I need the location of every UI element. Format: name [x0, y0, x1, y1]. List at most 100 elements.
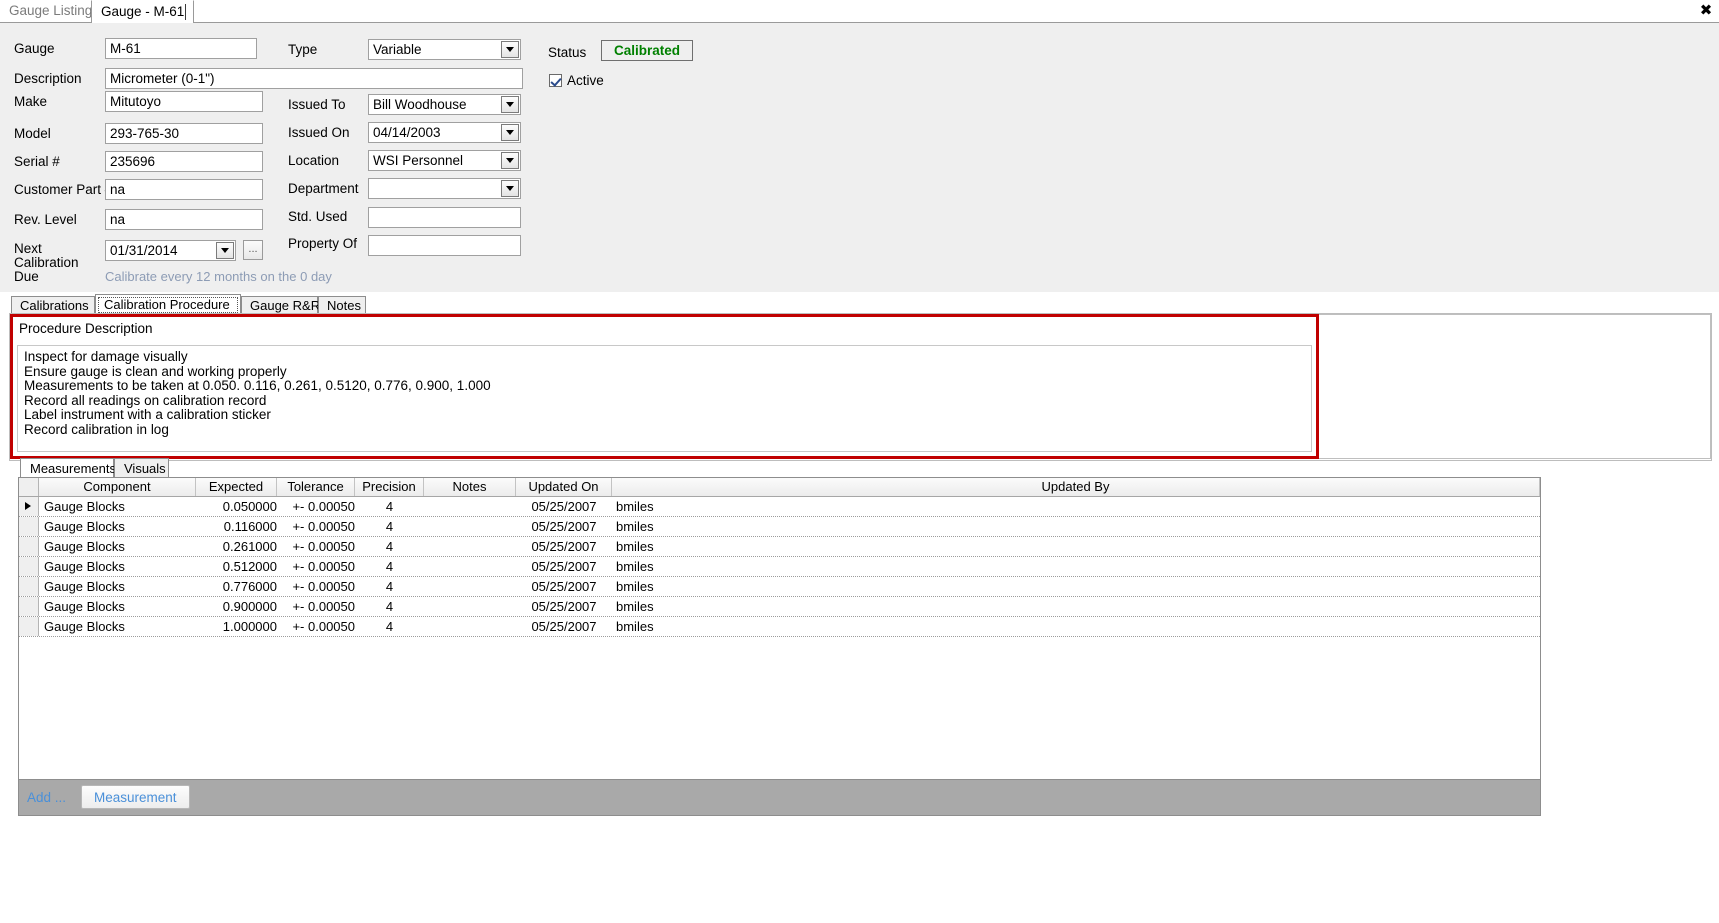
table-cell-expected[interactable]: 1.000000	[196, 617, 277, 636]
table-row[interactable]: Gauge Blocks 0.900000 +- 0.00050 4 05/25/200…	[19, 597, 1540, 617]
row-selector[interactable]	[19, 597, 39, 616]
model-input[interactable]	[105, 123, 263, 144]
type-combo[interactable]: Variable	[368, 39, 521, 60]
customer-part-input[interactable]	[105, 179, 263, 200]
table-cell-expected[interactable]: 0.261000	[196, 537, 277, 556]
location-combo[interactable]: WSI Personnel	[368, 150, 521, 171]
column-header-updated-on[interactable]: Updated On	[516, 478, 612, 496]
table-row[interactable]: Gauge Blocks 0.261000 +- 0.00050 4 05/25/200…	[19, 537, 1540, 557]
table-row[interactable]: Gauge Blocks 1.000000 +- 0.00050 4 05/25/200…	[19, 617, 1540, 637]
table-cell-updated-on[interactable]: 05/25/2007	[516, 577, 612, 596]
chevron-down-icon[interactable]	[501, 41, 519, 58]
table-cell-updated-on[interactable]: 05/25/2007	[516, 557, 612, 576]
rev-level-input[interactable]	[105, 209, 263, 230]
add-label[interactable]: Add ...	[27, 790, 66, 805]
table-cell-expected[interactable]: 0.050000	[196, 497, 277, 516]
tab-calibration-procedure[interactable]: Calibration Procedure	[95, 294, 241, 315]
table-cell-updated-by[interactable]: bmiles	[616, 617, 816, 636]
table-cell-component[interactable]: Gauge Blocks	[44, 517, 194, 536]
table-cell-tolerance[interactable]: +- 0.00050	[281, 517, 355, 536]
table-row[interactable]: Gauge Blocks 0.116000 +- 0.00050 4 05/25/200…	[19, 517, 1540, 537]
row-selector[interactable]	[19, 617, 39, 636]
document-tab-gauge-listing[interactable]: Gauge Listing	[0, 0, 101, 23]
close-icon[interactable]: ✖	[1698, 2, 1714, 18]
gauge-input[interactable]	[105, 38, 257, 59]
tab-measurements[interactable]: Measurements	[20, 458, 116, 479]
table-cell-component[interactable]: Gauge Blocks	[44, 557, 194, 576]
table-cell-component[interactable]: Gauge Blocks	[44, 497, 194, 516]
table-cell-updated-by[interactable]: bmiles	[616, 557, 816, 576]
chevron-down-icon[interactable]	[216, 242, 234, 259]
table-cell-expected[interactable]: 0.512000	[196, 557, 277, 576]
column-header-notes[interactable]: Notes	[424, 478, 516, 496]
table-cell-precision[interactable]: 4	[355, 557, 424, 576]
table-row[interactable]: Gauge Blocks 0.050000 +- 0.00050 4 05/25/200…	[19, 497, 1540, 517]
row-selector[interactable]	[19, 497, 39, 516]
table-cell-notes[interactable]	[424, 577, 516, 596]
tab-notes[interactable]: Notes	[318, 296, 366, 315]
table-cell-updated-by[interactable]: bmiles	[616, 577, 816, 596]
table-row[interactable]: Gauge Blocks 0.512000 +- 0.00050 4 05/25/200…	[19, 557, 1540, 577]
column-header-component[interactable]: Component	[39, 478, 196, 496]
table-cell-expected[interactable]: 0.776000	[196, 577, 277, 596]
table-cell-expected[interactable]: 0.116000	[196, 517, 277, 536]
table-cell-notes[interactable]	[424, 497, 516, 516]
chevron-down-icon[interactable]	[501, 124, 519, 141]
chevron-down-icon[interactable]	[501, 152, 519, 169]
table-cell-precision[interactable]: 4	[355, 497, 424, 516]
column-header-tolerance[interactable]: Tolerance	[277, 478, 355, 496]
chevron-down-icon[interactable]	[501, 180, 519, 197]
table-cell-updated-on[interactable]: 05/25/2007	[516, 597, 612, 616]
table-cell-updated-by[interactable]: bmiles	[616, 597, 816, 616]
issued-on-combo[interactable]: 04/14/2003	[368, 122, 521, 143]
table-cell-updated-by[interactable]: bmiles	[616, 517, 816, 536]
document-tab-gauge-m61[interactable]: Gauge - M-61	[91, 0, 195, 23]
table-cell-notes[interactable]	[424, 537, 516, 556]
table-cell-component[interactable]: Gauge Blocks	[44, 617, 194, 636]
column-header-precision[interactable]: Precision	[355, 478, 424, 496]
serial-number-input[interactable]	[105, 151, 263, 172]
add-measurement-button[interactable]: Measurement	[81, 785, 190, 809]
table-cell-updated-on[interactable]: 05/25/2007	[516, 497, 612, 516]
table-cell-precision[interactable]: 4	[355, 517, 424, 536]
table-cell-notes[interactable]	[424, 617, 516, 636]
department-combo[interactable]	[368, 178, 521, 199]
table-cell-tolerance[interactable]: +- 0.00050	[281, 577, 355, 596]
column-header-expected[interactable]: Expected	[196, 478, 277, 496]
table-cell-precision[interactable]: 4	[355, 577, 424, 596]
table-cell-updated-on[interactable]: 05/25/2007	[516, 517, 612, 536]
table-cell-precision[interactable]: 4	[355, 597, 424, 616]
description-input[interactable]	[105, 68, 523, 89]
tab-visuals[interactable]: Visuals	[114, 458, 169, 478]
table-cell-notes[interactable]	[424, 557, 516, 576]
std-used-input[interactable]	[368, 207, 521, 228]
procedure-description-textarea[interactable]: Inspect for damage visually Ensure gauge…	[17, 345, 1312, 452]
table-cell-updated-on[interactable]: 05/25/2007	[516, 537, 612, 556]
tab-calibrations[interactable]: Calibrations	[11, 296, 95, 315]
chevron-down-icon[interactable]	[501, 96, 519, 113]
table-cell-updated-by[interactable]: bmiles	[616, 497, 816, 516]
table-cell-updated-on[interactable]: 05/25/2007	[516, 617, 612, 636]
table-row[interactable]: Gauge Blocks 0.776000 +- 0.00050 4 05/25/200…	[19, 577, 1540, 597]
table-cell-precision[interactable]: 4	[355, 617, 424, 636]
active-checkbox[interactable]: Active	[549, 73, 604, 88]
row-selector[interactable]	[19, 557, 39, 576]
table-cell-component[interactable]: Gauge Blocks	[44, 597, 194, 616]
table-cell-tolerance[interactable]: +- 0.00050	[281, 537, 355, 556]
table-cell-notes[interactable]	[424, 517, 516, 536]
next-calibration-due-combo[interactable]: 01/31/2014	[105, 240, 236, 261]
next-calibration-browse-button[interactable]: ...	[243, 240, 263, 260]
tab-gauge-rr[interactable]: Gauge R&R	[241, 296, 320, 315]
table-cell-component[interactable]: Gauge Blocks	[44, 577, 194, 596]
table-cell-expected[interactable]: 0.900000	[196, 597, 277, 616]
table-cell-precision[interactable]: 4	[355, 537, 424, 556]
table-cell-tolerance[interactable]: +- 0.00050	[281, 557, 355, 576]
row-selector[interactable]	[19, 577, 39, 596]
make-input[interactable]	[105, 91, 263, 112]
table-cell-tolerance[interactable]: +- 0.00050	[281, 617, 355, 636]
table-cell-updated-by[interactable]: bmiles	[616, 537, 816, 556]
table-cell-tolerance[interactable]: +- 0.00050	[281, 497, 355, 516]
row-selector[interactable]	[19, 537, 39, 556]
property-of-input[interactable]	[368, 235, 521, 256]
table-cell-notes[interactable]	[424, 597, 516, 616]
